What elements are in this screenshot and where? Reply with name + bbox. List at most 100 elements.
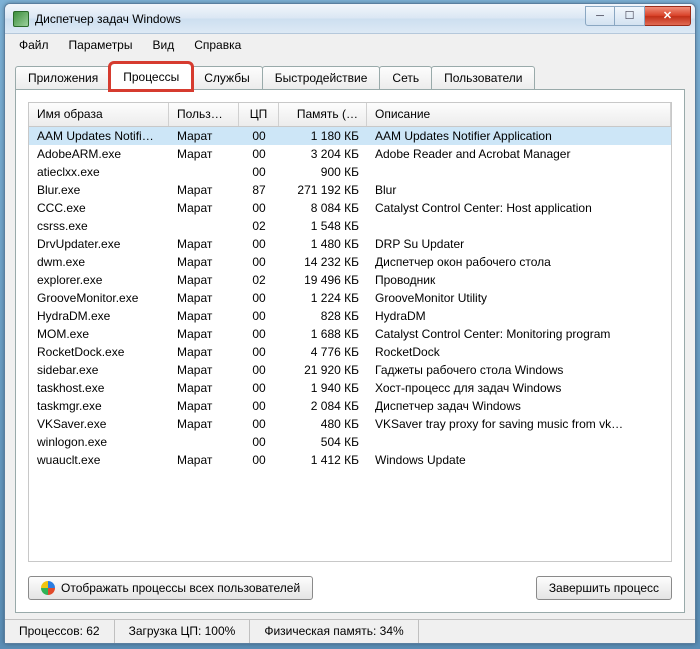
cell-image: taskmgr.exe — [29, 398, 169, 414]
table-row[interactable]: explorer.exeМарат0219 496 КБПроводник — [29, 271, 671, 289]
table-row[interactable]: AAM Updates Notifi…Марат001 180 КБAAM Up… — [29, 127, 671, 145]
cell-user: Марат — [169, 200, 239, 216]
panel-bottom: Отображать процессы всех пользователей З… — [28, 576, 672, 600]
cell-desc — [367, 441, 671, 443]
tab-users[interactable]: Пользователи — [431, 66, 535, 89]
col-cpu[interactable]: ЦП — [239, 103, 279, 126]
cell-mem: 14 232 КБ — [279, 254, 367, 270]
cell-user: Марат — [169, 254, 239, 270]
cell-user: Марат — [169, 380, 239, 396]
cell-image: atieclxx.exe — [29, 164, 169, 180]
status-cpu-load: Загрузка ЦП: 100% — [115, 620, 251, 643]
cell-desc: Проводник — [367, 272, 671, 288]
cell-mem: 828 КБ — [279, 308, 367, 324]
table-row[interactable]: taskmgr.exeМарат002 084 КБДиспетчер зада… — [29, 397, 671, 415]
tab-network[interactable]: Сеть — [379, 66, 432, 89]
cell-desc: Хост-процесс для задач Windows — [367, 380, 671, 396]
table-row[interactable]: winlogon.exe00504 КБ — [29, 433, 671, 451]
show-all-users-button[interactable]: Отображать процессы всех пользователей — [28, 576, 313, 600]
cell-user: Марат — [169, 362, 239, 378]
table-row[interactable]: HydraDM.exeМарат00828 КБHydraDM — [29, 307, 671, 325]
table-row[interactable]: AdobeARM.exeМарат003 204 КБAdobe Reader … — [29, 145, 671, 163]
tab-strip: Приложения Процессы Службы Быстродействи… — [5, 56, 695, 89]
table-header: Имя образа Польз… ЦП Память (… Описание — [29, 103, 671, 127]
table-row[interactable]: RocketDock.exeМарат004 776 КБRocketDock — [29, 343, 671, 361]
tab-processes[interactable]: Процессы — [110, 63, 192, 90]
cell-desc — [367, 171, 671, 173]
table-row[interactable]: atieclxx.exe00900 КБ — [29, 163, 671, 181]
cell-mem: 19 496 КБ — [279, 272, 367, 288]
cell-cpu: 87 — [239, 182, 279, 198]
cell-user: Марат — [169, 146, 239, 162]
cell-image: AAM Updates Notifi… — [29, 128, 169, 144]
col-mem[interactable]: Память (… — [279, 103, 367, 126]
status-bar: Процессов: 62 Загрузка ЦП: 100% Физическ… — [5, 619, 695, 643]
menu-options[interactable]: Параметры — [61, 36, 141, 54]
cell-cpu: 00 — [239, 398, 279, 414]
cell-image: HydraDM.exe — [29, 308, 169, 324]
cell-desc: Гаджеты рабочего стола Windows — [367, 362, 671, 378]
table-row[interactable]: csrss.exe 021 548 КБ — [29, 217, 671, 235]
table-row[interactable]: VKSaver.exeМарат00480 КБVKSaver tray pro… — [29, 415, 671, 433]
cell-image: csrss.exe — [29, 218, 169, 234]
cell-cpu: 00 — [239, 200, 279, 216]
col-desc[interactable]: Описание — [367, 103, 671, 126]
cell-mem: 8 084 КБ — [279, 200, 367, 216]
cell-image: GrooveMonitor.exe — [29, 290, 169, 306]
table-body[interactable]: AAM Updates Notifi…Марат001 180 КБAAM Up… — [29, 127, 671, 561]
tab-panel-processes: Имя образа Польз… ЦП Память (… Описание … — [15, 89, 685, 613]
cell-mem: 271 192 КБ — [279, 182, 367, 198]
menu-file[interactable]: Файл — [11, 36, 57, 54]
cell-mem: 1 548 КБ — [279, 218, 367, 234]
cell-cpu: 02 — [239, 272, 279, 288]
table-row[interactable]: taskhost.exeМарат001 940 КБХост-процесс … — [29, 379, 671, 397]
tab-performance[interactable]: Быстродействие — [262, 66, 381, 89]
cell-user: Марат — [169, 398, 239, 414]
table-row[interactable]: DrvUpdater.exeМарат001 480 КБDRP Su Upda… — [29, 235, 671, 253]
cell-image: taskhost.exe — [29, 380, 169, 396]
table-row[interactable]: dwm.exeМарат0014 232 КБДиспетчер окон ра… — [29, 253, 671, 271]
cell-image: AdobeARM.exe — [29, 146, 169, 162]
cell-user: Марат — [169, 416, 239, 432]
cell-user: Марат — [169, 452, 239, 468]
cell-user — [169, 171, 239, 173]
window-title: Диспетчер задач Windows — [35, 12, 585, 26]
titlebar[interactable]: Диспетчер задач Windows ─ ☐ ✕ — [5, 4, 695, 34]
cell-mem: 1 940 КБ — [279, 380, 367, 396]
maximize-button[interactable]: ☐ — [615, 6, 645, 26]
cell-image: VKSaver.exe — [29, 416, 169, 432]
table-row[interactable]: Blur.exeМарат87271 192 КБBlur — [29, 181, 671, 199]
col-user[interactable]: Польз… — [169, 103, 239, 126]
cell-desc: Adobe Reader and Acrobat Manager — [367, 146, 671, 162]
close-button[interactable]: ✕ — [645, 6, 691, 26]
cell-user — [169, 441, 239, 443]
cell-cpu: 00 — [239, 452, 279, 468]
cell-cpu: 00 — [239, 290, 279, 306]
cell-cpu: 00 — [239, 344, 279, 360]
tab-services[interactable]: Службы — [191, 66, 262, 89]
cell-mem: 3 204 КБ — [279, 146, 367, 162]
cell-cpu: 00 — [239, 308, 279, 324]
menu-help[interactable]: Справка — [186, 36, 249, 54]
cell-mem: 1 224 КБ — [279, 290, 367, 306]
table-row[interactable]: sidebar.exeМарат0021 920 КБГаджеты рабоч… — [29, 361, 671, 379]
cell-mem: 21 920 КБ — [279, 362, 367, 378]
cell-mem: 504 КБ — [279, 434, 367, 450]
cell-cpu: 02 — [239, 218, 279, 234]
table-row[interactable]: GrooveMonitor.exeМарат001 224 КБGrooveMo… — [29, 289, 671, 307]
table-row[interactable]: wuauclt.exeМарат001 412 КБWindows Update — [29, 451, 671, 469]
end-process-button[interactable]: Завершить процесс — [536, 576, 672, 600]
table-row[interactable]: CCC.exeМарат008 084 КБCatalyst Control C… — [29, 199, 671, 217]
cell-mem: 2 084 КБ — [279, 398, 367, 414]
col-image[interactable]: Имя образа — [29, 103, 169, 126]
cell-image: wuauclt.exe — [29, 452, 169, 468]
uac-shield-icon — [41, 581, 55, 595]
app-icon — [13, 11, 29, 27]
cell-cpu: 00 — [239, 362, 279, 378]
show-all-users-label: Отображать процессы всех пользователей — [61, 581, 300, 595]
cell-cpu: 00 — [239, 164, 279, 180]
menu-view[interactable]: Вид — [144, 36, 182, 54]
table-row[interactable]: MOM.exeМарат001 688 КБCatalyst Control C… — [29, 325, 671, 343]
minimize-button[interactable]: ─ — [585, 6, 615, 26]
tab-applications[interactable]: Приложения — [15, 66, 111, 89]
